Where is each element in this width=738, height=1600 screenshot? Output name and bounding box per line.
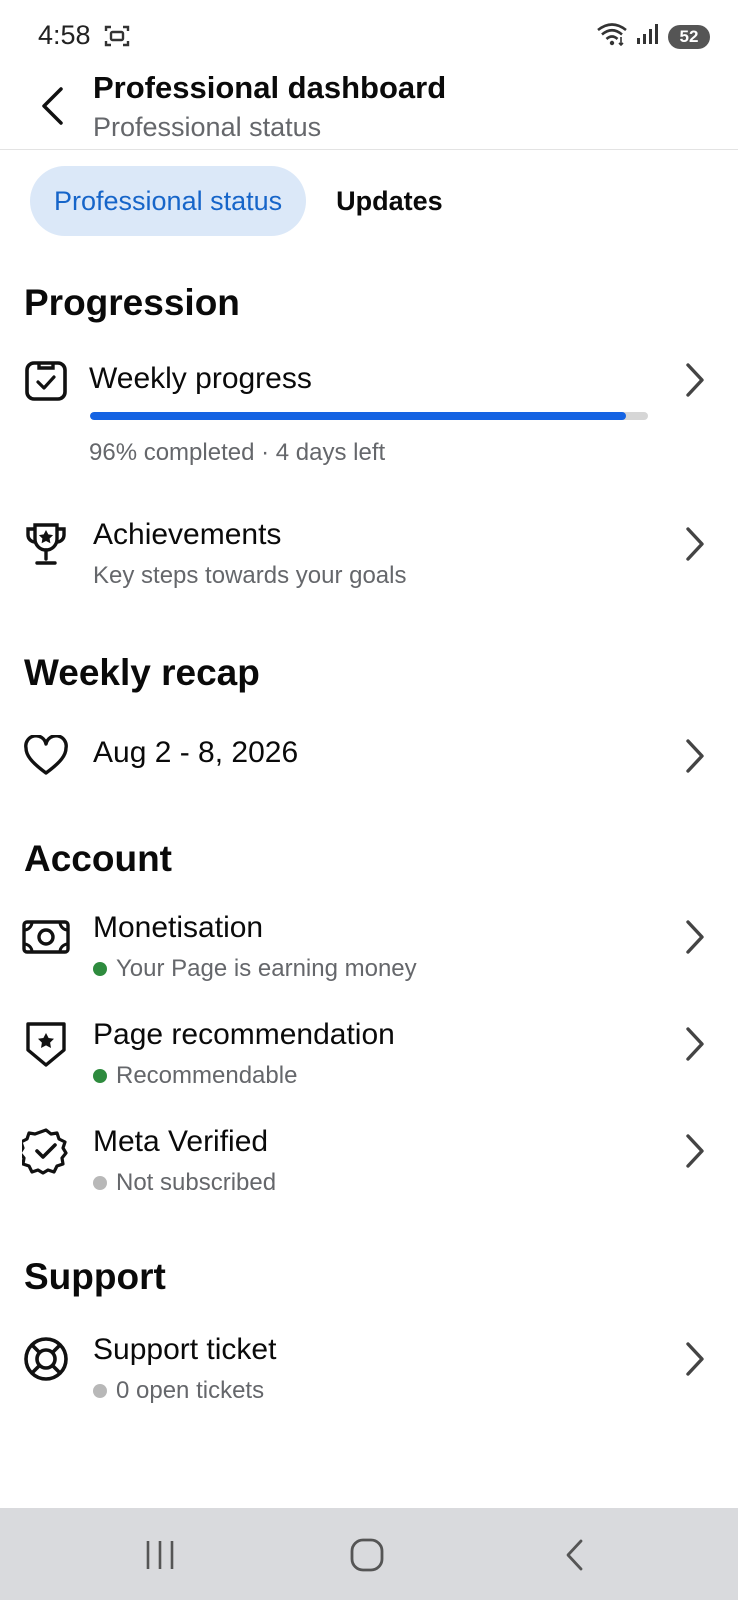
- meta-verified-label: Meta Verified: [93, 1125, 269, 1158]
- weekly-progress-bar: [90, 412, 648, 420]
- achievements-row[interactable]: Achievements Key steps towards your goal…: [0, 512, 738, 602]
- support-ticket-status: 0 open tickets: [93, 1377, 264, 1405]
- section-title-progression: Progression: [24, 282, 240, 323]
- status-dot: [93, 1069, 107, 1083]
- battery-icon: 52: [668, 24, 710, 49]
- support-ticket-label: Support ticket: [93, 1333, 277, 1366]
- recent-apps-icon: [146, 1541, 174, 1569]
- chevron-right-icon: [680, 736, 710, 776]
- signal-icon: [636, 23, 660, 50]
- lifebuoy-icon: [22, 1335, 70, 1383]
- weekly-progress-label: Weekly progress: [89, 362, 312, 395]
- shield-star-icon: [22, 1020, 70, 1068]
- trophy-icon: [22, 520, 70, 568]
- chevron-right-icon: [680, 1024, 710, 1064]
- chevron-right-icon: [680, 1131, 710, 1171]
- back-icon: [566, 1539, 583, 1571]
- meta-verified-status-text: Not subscribed: [116, 1169, 277, 1196]
- recent-apps-button[interactable]: [130, 1532, 190, 1578]
- screenshot-icon: [104, 24, 130, 53]
- section-title-weekly-recap: Weekly recap: [24, 652, 260, 693]
- chevron-right-icon: [680, 917, 710, 957]
- monetisation-row[interactable]: Monetisation Your Page is earning money: [0, 905, 738, 991]
- chevron-right-icon: [680, 360, 710, 400]
- header: Professional dashboard Professional stat…: [0, 70, 738, 150]
- status-icons: 52: [596, 22, 710, 51]
- status-dot: [93, 1176, 107, 1190]
- status-bar: 4:58 52: [0, 0, 738, 70]
- meta-verified-row[interactable]: Meta Verified Not subscribed: [0, 1119, 738, 1205]
- chevron-right-icon: [680, 524, 710, 564]
- weekly-recap-date: Aug 2 - 8, 2026: [93, 736, 299, 769]
- wifi-icon: [596, 22, 628, 51]
- monetisation-status-text: Your Page is earning money: [116, 955, 417, 982]
- section-title-account: Account: [24, 838, 172, 879]
- home-button[interactable]: [337, 1532, 397, 1578]
- page-recommendation-label: Page recommendation: [93, 1018, 395, 1051]
- achievements-subtitle: Key steps towards your goals: [93, 562, 407, 589]
- verified-badge-icon: [22, 1127, 70, 1175]
- support-ticket-status-text: 0 open tickets: [116, 1377, 265, 1404]
- tab-bar: Professional status Updates: [30, 166, 467, 236]
- tab-updates[interactable]: Updates: [312, 166, 467, 236]
- chevron-right-icon: [680, 1339, 710, 1379]
- status-dot: [93, 1384, 107, 1398]
- meta-verified-status: Not subscribed: [93, 1169, 276, 1197]
- weekly-recap-row[interactable]: Aug 2 - 8, 2026: [0, 728, 738, 784]
- tab-professional-status[interactable]: Professional status: [30, 166, 307, 236]
- achievements-label: Achievements: [93, 518, 282, 551]
- page-subtitle: Professional status: [93, 112, 322, 142]
- back-button[interactable]: [30, 84, 74, 128]
- monetisation-status: Your Page is earning money: [93, 955, 417, 983]
- page-recommendation-status: Recommendable: [93, 1062, 297, 1090]
- weekly-progress-status: 96% completed · 4 days left: [89, 439, 386, 466]
- home-icon: [350, 1538, 384, 1572]
- monetisation-label: Monetisation: [93, 911, 264, 944]
- heart-icon: [22, 732, 70, 780]
- status-time: 4:58: [38, 20, 91, 50]
- system-back-button[interactable]: [544, 1532, 604, 1578]
- page-title: Professional dashboard: [93, 70, 447, 105]
- status-dot: [93, 962, 107, 976]
- system-nav-bar: [0, 1508, 738, 1600]
- back-arrow-icon: [42, 87, 63, 125]
- section-title-support: Support: [24, 1256, 166, 1297]
- weekly-progress-fill: [90, 412, 626, 420]
- money-icon: [22, 913, 70, 961]
- support-ticket-row[interactable]: Support ticket 0 open tickets: [0, 1327, 738, 1413]
- weekly-progress-row[interactable]: Weekly progress 96% completed · 4 days l…: [0, 352, 738, 482]
- screen: 4:58 52 Professional dashboard Professio…: [0, 0, 738, 1600]
- checklist-icon: [22, 356, 70, 404]
- page-recommendation-row[interactable]: Page recommendation Recommendable: [0, 1012, 738, 1098]
- page-recommendation-status-text: Recommendable: [116, 1062, 298, 1089]
